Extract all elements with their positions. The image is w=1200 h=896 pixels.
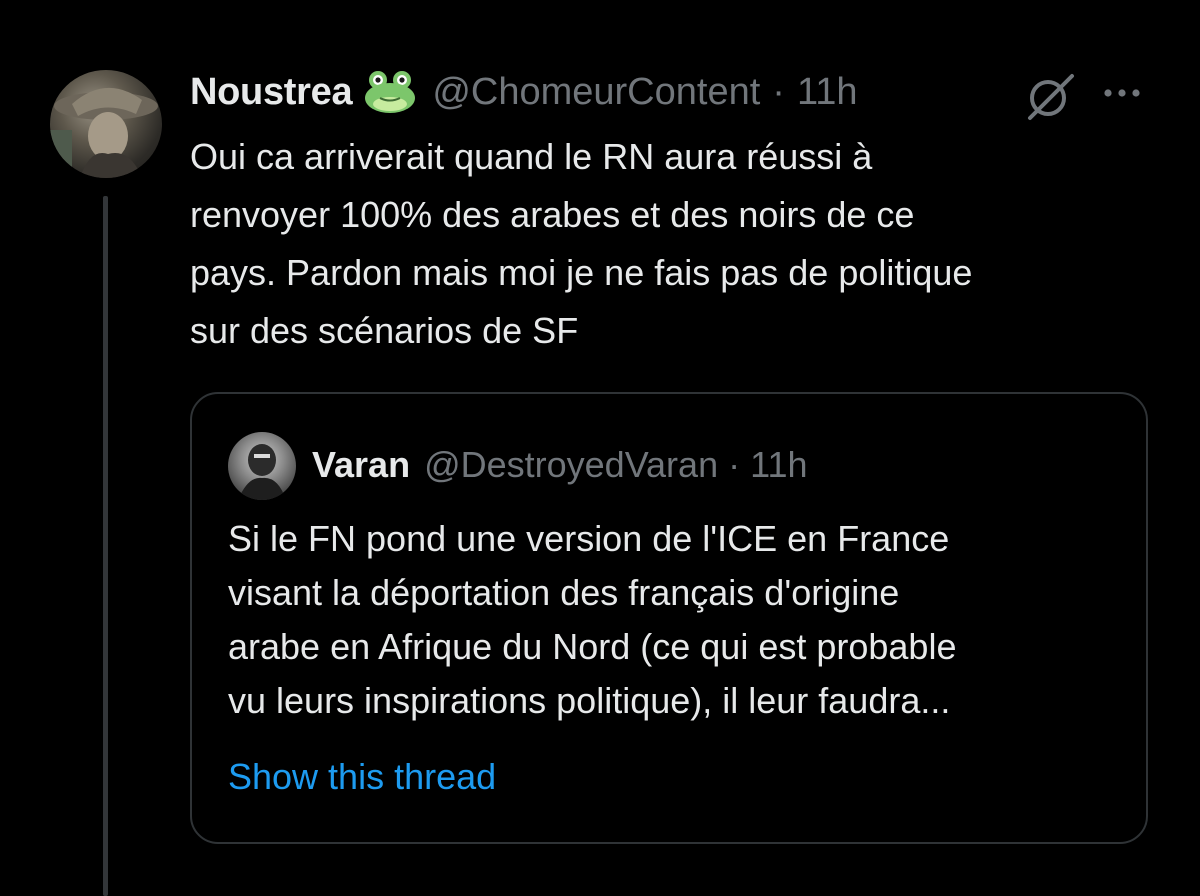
quoted-author-avatar-image bbox=[238, 444, 286, 500]
more-horizontal-icon[interactable] bbox=[1098, 78, 1146, 108]
quoted-tweet-card[interactable]: Varan @DestroyedVaran · 11h Si le FN pon… bbox=[190, 392, 1148, 844]
frog-face-icon bbox=[364, 70, 416, 114]
grok-slash-circle-icon[interactable] bbox=[1020, 70, 1078, 122]
author-handle[interactable]: @ChomeurContent bbox=[432, 71, 760, 114]
quoted-author-display-name[interactable]: Varan bbox=[312, 444, 410, 486]
author-avatar[interactable] bbox=[50, 70, 162, 178]
quoted-tweet-header: Varan @DestroyedVaran · 11h bbox=[312, 440, 808, 490]
tweet-header: Noustrea @ChomeurContent · 11h bbox=[190, 64, 858, 120]
quoted-tweet-text: Si le FN pond une version de l'ICE en Fr… bbox=[228, 518, 957, 721]
author-display-name[interactable]: Noustrea bbox=[190, 71, 353, 114]
show-thread-link[interactable]: Show this thread bbox=[228, 756, 496, 798]
quoted-author-handle[interactable]: @DestroyedVaran bbox=[424, 444, 718, 486]
thread-connector-line bbox=[103, 196, 108, 896]
quoted-author-avatar[interactable] bbox=[228, 432, 296, 500]
tweet-text: Oui ca arriverait quand le RN aura réuss… bbox=[190, 136, 973, 351]
quoted-tweet-timestamp[interactable]: 11h bbox=[750, 444, 807, 486]
tweet-timestamp[interactable]: 11h bbox=[797, 71, 858, 114]
header-separator: · bbox=[772, 70, 785, 113]
quoted-header-separator: · bbox=[728, 444, 741, 485]
author-avatar-image bbox=[50, 87, 158, 178]
